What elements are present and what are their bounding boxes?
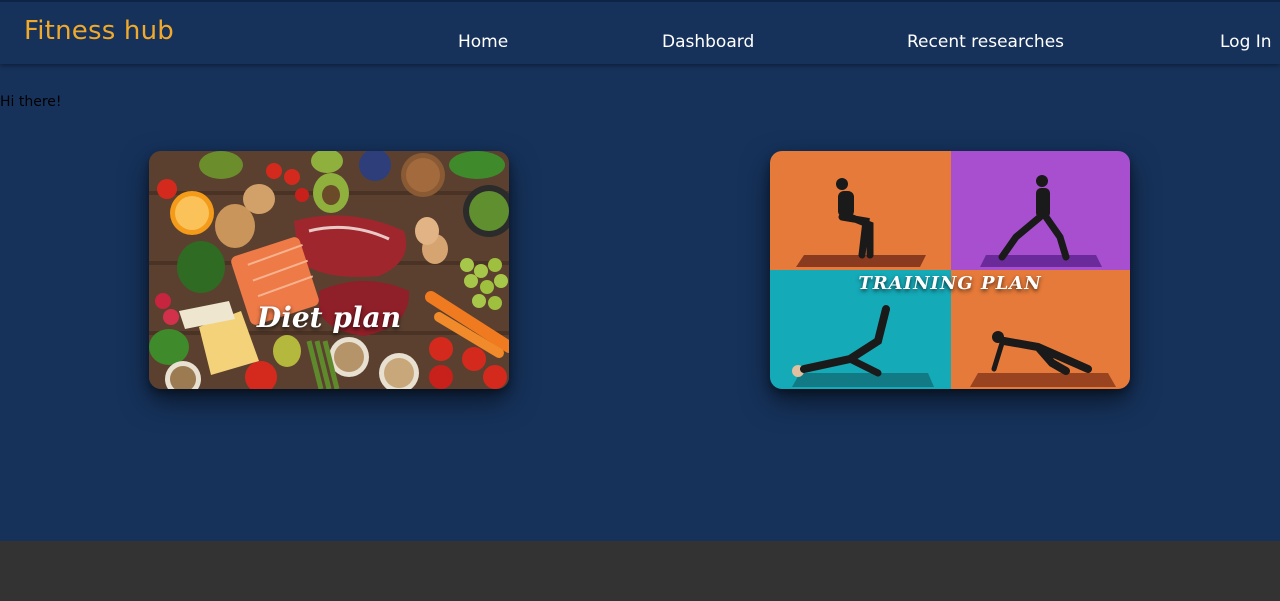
footer [0,541,1280,601]
training-plan-card[interactable]: TRAINING PLAN [770,151,1130,389]
diet-plan-image [149,151,509,389]
nav-dashboard[interactable]: Dashboard [662,32,754,52]
nav-log-in[interactable]: Log In [1220,32,1272,52]
diet-plan-label: Diet plan [256,301,402,334]
brand-logo[interactable]: Fitness hub [24,16,174,46]
navbar: Fitness hub Home Dashboard Recent resear… [0,0,1280,64]
page-body: Fitness hub Home Dashboard Recent resear… [0,0,1280,541]
nav-home[interactable]: Home [458,32,508,52]
training-plan-label: TRAINING PLAN [858,273,1042,294]
nav-recent-researches[interactable]: Recent researches [907,32,1064,52]
greeting-text: Hi there! [0,94,62,110]
training-plan-image [770,151,1130,389]
diet-plan-card[interactable]: Diet plan [149,151,509,389]
